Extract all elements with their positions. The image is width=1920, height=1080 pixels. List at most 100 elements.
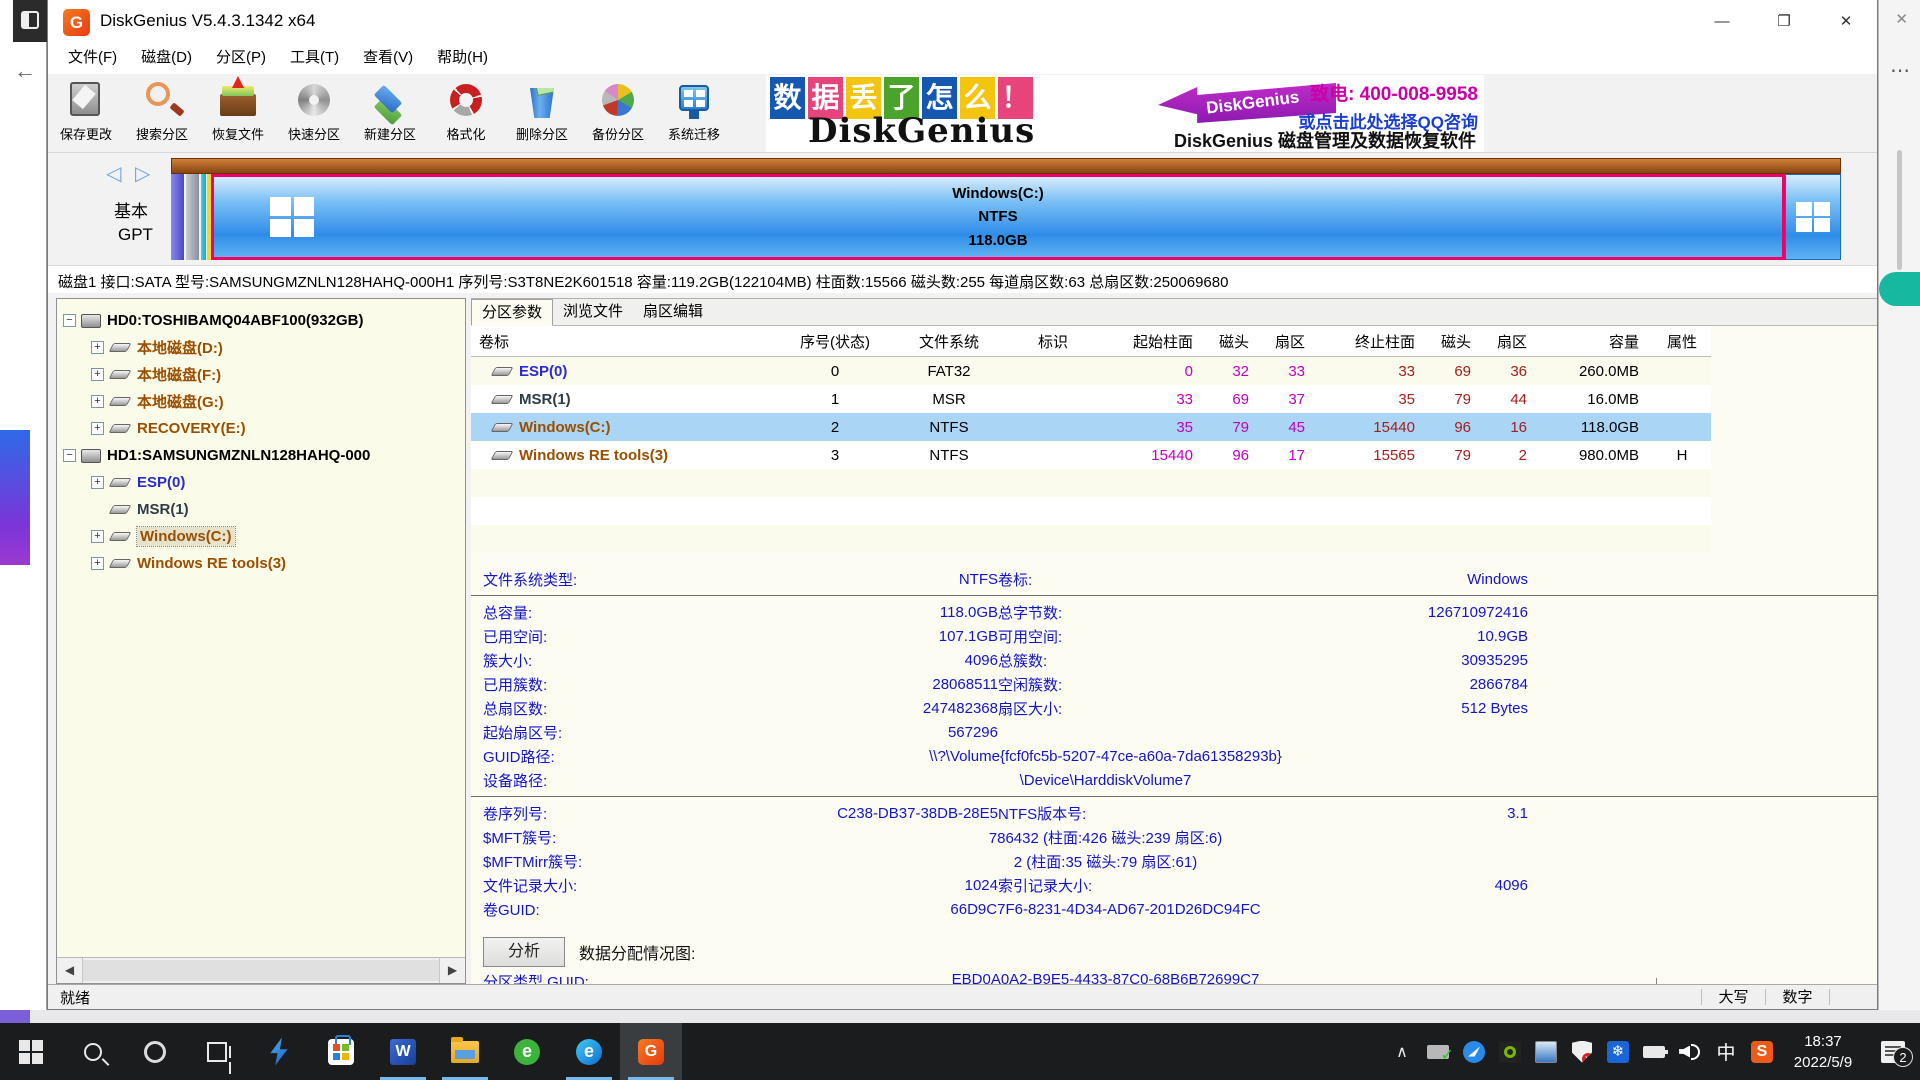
new-partition-button[interactable]: 新建分区 (352, 74, 428, 152)
maximize-button[interactable]: ❐ (1753, 0, 1815, 44)
back-arrow-icon[interactable]: ← (14, 58, 36, 84)
ad-phone-number[interactable]: 致电: 400-008-9958 (1299, 79, 1478, 106)
background-scrollbar[interactable] (1897, 150, 1902, 270)
cortana-icon (144, 1041, 166, 1063)
tab-browse-files[interactable]: 浏览文件 (553, 299, 633, 325)
recover-files-button[interactable]: 恢复文件 (200, 74, 276, 152)
taskbar-clock[interactable]: 18:37 2022/5/9 (1780, 1031, 1866, 1073)
tree-item-recovery-e[interactable]: + RECOVERY(E:) (61, 415, 465, 442)
pinned-app-edge[interactable]: e (558, 1023, 620, 1080)
scrollbar-thumb[interactable] (83, 960, 439, 981)
window-preview-icon (21, 11, 39, 29)
table-row-windows-c-selected[interactable]: Windows(C:) 2 NTFS 35 79 45 15440 96 16 … (471, 413, 1711, 441)
tray-chevron-up[interactable]: ∧ (1384, 1042, 1420, 1062)
tree-item-esp[interactable]: + ESP(0) (61, 469, 465, 496)
disk-info-line: 磁盘1 接口:SATA 型号:SAMSUNGMZNLN128HAHQ-000H1… (48, 265, 1877, 293)
taskbar-diskgenius-active[interactable]: G (620, 1023, 682, 1080)
collapse-icon[interactable]: − (63, 449, 76, 462)
save-changes-button[interactable]: 保存更改 (48, 74, 124, 152)
scroll-right-icon[interactable]: ▶ (439, 958, 465, 983)
cortana-button[interactable] (124, 1023, 186, 1080)
delete-partition-button[interactable]: 删除分区 (504, 74, 580, 152)
partition-icon (109, 370, 132, 379)
menu-disk[interactable]: 磁盘(D) (129, 44, 204, 74)
backup-partition-button[interactable]: 备份分区 (580, 74, 656, 152)
tree-item-local-f[interactable]: + 本地磁盘(F:) (61, 361, 465, 388)
tray-snowflake-app[interactable]: ❄ (1600, 1041, 1636, 1063)
pinned-app-store[interactable] (310, 1023, 372, 1080)
pinned-app-browser[interactable]: e (496, 1023, 558, 1080)
tab-partition-params[interactable]: 分区参数 (471, 299, 553, 326)
partition-block-esp[interactable] (171, 174, 184, 260)
format-button[interactable]: 格式化 (428, 74, 504, 152)
notification-center-button[interactable]: 2 (1866, 1041, 1920, 1063)
tree-item-msr[interactable]: MSR(1) (61, 496, 465, 523)
start-button[interactable] (0, 1023, 62, 1080)
wallpaper-accent (1879, 272, 1920, 306)
sogou-icon: S (1751, 1041, 1773, 1063)
file-explorer-button[interactable] (434, 1023, 496, 1080)
partition-block-re-tools[interactable] (1785, 174, 1841, 260)
scroll-left-icon[interactable]: ◀ (57, 958, 83, 983)
background-more-icon[interactable]: ⋯ (1890, 58, 1910, 83)
table-row-esp[interactable]: ESP(0) 0 FAT32 0 32 33 33 69 36 260.0MB (471, 357, 1711, 385)
expand-icon[interactable]: + (91, 368, 104, 381)
collapse-icon[interactable]: − (63, 314, 76, 327)
expand-icon[interactable]: + (91, 341, 104, 354)
prev-disk-arrow[interactable]: ◁ (106, 163, 125, 185)
menu-file[interactable]: 文件(F) (56, 44, 129, 74)
expand-icon[interactable]: + (91, 476, 104, 489)
background-close-icon[interactable]: ✕ (1895, 10, 1908, 28)
tray-sogou[interactable]: S (1744, 1041, 1780, 1063)
taskbar: W e e G ∧ ❄ 中 S 18:37 2022/5/9 2 (0, 1023, 1920, 1080)
search-partition-button[interactable]: 搜索分区 (124, 74, 200, 152)
tree-item-hd0[interactable]: − HD0:TOSHIBAMQ04ABF100(932GB) (61, 307, 465, 334)
tray-defender[interactable] (1564, 1041, 1600, 1063)
pinned-app-flash[interactable] (248, 1023, 310, 1080)
pinned-app-word[interactable]: W (372, 1023, 434, 1080)
table-row-windows-re-tools[interactable]: Windows RE tools(3) 3 NTFS 15440 96 17 1… (471, 441, 1711, 469)
close-button[interactable]: ✕ (1815, 0, 1877, 44)
menu-partition[interactable]: 分区(P) (204, 44, 278, 74)
taskbar-search-button[interactable] (62, 1023, 124, 1080)
menu-tools[interactable]: 工具(T) (278, 44, 351, 74)
tray-messenger[interactable] (1456, 1041, 1492, 1063)
expand-icon[interactable]: + (91, 422, 104, 435)
next-disk-arrow[interactable]: ▷ (135, 163, 154, 185)
system-migration-button[interactable]: 系统迁移 (656, 74, 732, 152)
tray-printer[interactable] (1420, 1045, 1456, 1059)
partition-detail-panel: 分区参数 浏览文件 扇区编辑 卷标 序号(状态) 文件系统 标识 起始柱面 磁头… (471, 298, 1877, 984)
menu-view[interactable]: 查看(V) (351, 44, 425, 74)
tab-sector-edit[interactable]: 扇区编辑 (633, 299, 713, 325)
partition-block-windows-c[interactable]: Windows(C:) NTFS 118.0GB (211, 174, 1785, 260)
tree-item-local-g[interactable]: + 本地磁盘(G:) (61, 388, 465, 415)
table-row-msr[interactable]: MSR(1) 1 MSR 33 69 37 35 79 44 16.0MB (471, 385, 1711, 413)
menu-help[interactable]: 帮助(H) (425, 44, 500, 74)
partition-block-msr[interactable] (186, 174, 199, 260)
tray-intel-graphics[interactable] (1528, 1041, 1564, 1063)
expand-icon[interactable]: + (91, 395, 104, 408)
expand-icon[interactable]: + (91, 530, 104, 543)
tray-battery[interactable] (1636, 1046, 1672, 1058)
tray-nvidia[interactable] (1492, 1041, 1528, 1063)
quick-partition-button[interactable]: 快速分区 (276, 74, 352, 152)
tray-ime[interactable]: 中 (1708, 1038, 1744, 1065)
background-tab[interactable] (13, 0, 47, 42)
minimize-button[interactable]: — (1691, 0, 1753, 44)
tree-item-local-d[interactable]: + 本地磁盘(D:) (61, 334, 465, 361)
ad-contact[interactable]: 致电: 400-008-9958 或点击此处选择QQ咨询 (1299, 79, 1478, 133)
ad-banner[interactable]: 数 据 丢 了 怎 么 ！ DiskGenius DiskGenius 致电: … (766, 75, 1484, 152)
expand-icon[interactable]: + (91, 557, 104, 570)
partition-icon (109, 532, 132, 541)
notification-badge: 2 (1893, 1047, 1913, 1067)
tree-horizontal-scrollbar[interactable]: ◀ ▶ (57, 957, 465, 983)
tree-item-hd1[interactable]: − HD1:SAMSUNGMZNLN128HAHQ-000 (61, 442, 465, 469)
analyze-button[interactable]: 分析 (483, 937, 565, 967)
tree-item-windows-c[interactable]: + Windows(C:) (61, 523, 465, 550)
tree-item-windows-re-tools[interactable]: + Windows RE tools(3) (61, 550, 465, 577)
task-view-button[interactable] (186, 1023, 248, 1080)
notification-icon: 2 (1881, 1041, 1905, 1063)
tray-volume[interactable] (1672, 1043, 1708, 1061)
defender-shield-icon (1572, 1041, 1592, 1063)
partition-icon (491, 451, 514, 460)
